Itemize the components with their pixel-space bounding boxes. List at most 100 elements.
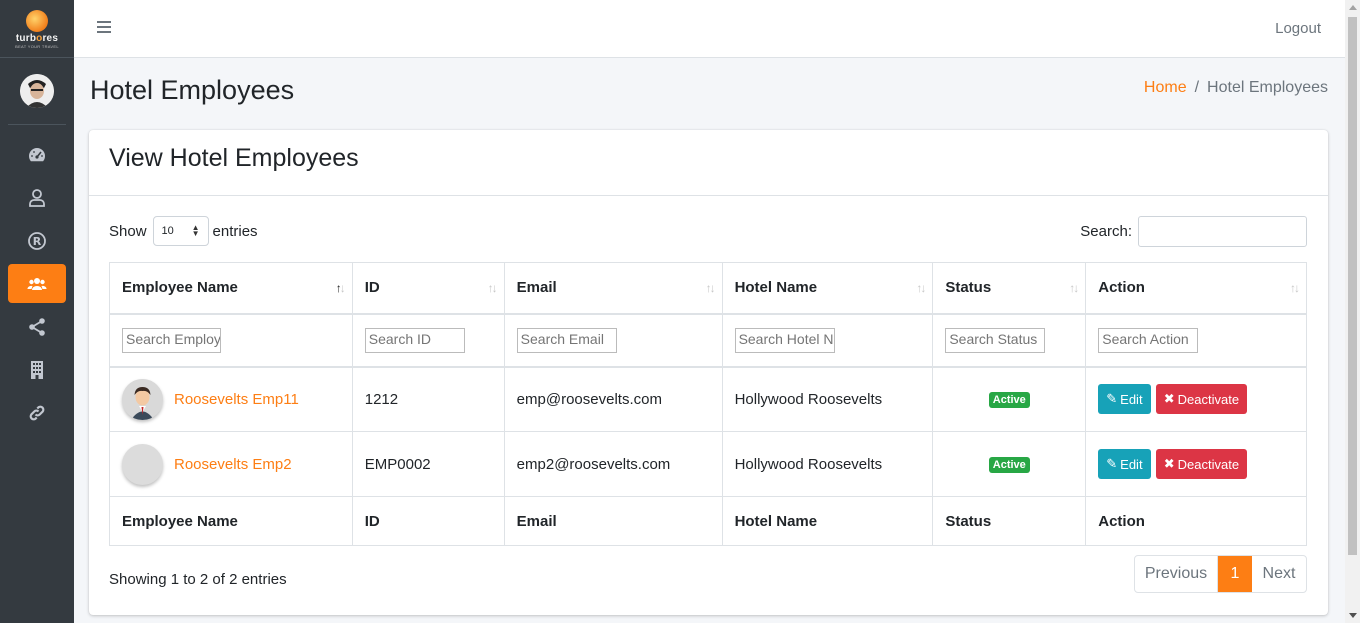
sort-icon: ↑↓ <box>705 281 716 295</box>
sort-icon: ↑↓ <box>487 281 498 295</box>
card-header: View Hotel Employees <box>89 130 1328 196</box>
column-header-action[interactable]: Action ↑↓ <box>1085 262 1307 315</box>
column-header-status[interactable]: Status ↑↓ <box>932 262 1087 315</box>
employees-table: Employee Name ↑↓ ID ↑↓ Email ↑↓ Hotel Name ↑… <box>109 262 1307 546</box>
page-1-button[interactable]: 1 <box>1218 556 1252 592</box>
column-header-hotel-name[interactable]: Hotel Name ↑↓ <box>721 262 934 315</box>
link-icon <box>29 405 45 420</box>
page-scrollbar[interactable] <box>1345 0 1360 623</box>
page-title: Hotel Employees <box>90 75 295 105</box>
employee-name-link[interactable]: Roosevelts Emp11 <box>174 391 299 408</box>
edit-button[interactable]: ✎ Edit <box>1098 449 1151 479</box>
column-header-id[interactable]: ID ↑↓ <box>351 262 505 315</box>
sidebar-item-dashboard[interactable] <box>8 135 66 174</box>
sidebar: turbores BEAT YOUR TRAVEL R <box>0 0 74 623</box>
share-icon <box>29 317 45 336</box>
sidebar-item-share[interactable] <box>8 307 66 346</box>
close-icon: ✖ <box>1163 391 1175 407</box>
footer-email: Email <box>503 496 723 546</box>
close-icon: ✖ <box>1163 456 1175 471</box>
show-label: Show <box>109 222 147 240</box>
pencil-icon: ✎ <box>1106 456 1118 471</box>
breadcrumb: Home / Hotel Employees <box>1144 79 1328 97</box>
table-info: Showing 1 to 2 of 2 entries <box>109 571 287 588</box>
menu-toggle-icon[interactable] <box>97 21 111 34</box>
search-input[interactable] <box>1138 216 1307 247</box>
column-header-employee-name[interactable]: Employee Name ↑↓ <box>109 262 353 315</box>
sidebar-item-hotels[interactable] <box>8 350 66 389</box>
svg-text:R: R <box>33 235 42 248</box>
filter-employee-name-input[interactable]: Search Employ <box>122 327 221 353</box>
filter-status-input[interactable]: Search Status <box>945 327 1046 353</box>
sidebar-nav: R <box>0 135 74 432</box>
employee-hotel: Hollywood Roosevelts <box>721 431 934 497</box>
sort-icon: ↑↓ <box>1069 281 1079 295</box>
registered-icon: R <box>28 231 46 250</box>
table-search: Search: <box>1080 216 1307 247</box>
sort-icon: ↑↓ <box>1290 281 1300 295</box>
brand-tagline: BEAT YOUR TRAVEL <box>15 44 59 49</box>
breadcrumb-current: Hotel Employees <box>1207 79 1328 96</box>
filter-row: Search Employ Search ID Search Email Sea… <box>109 313 1307 368</box>
employees-card: View Hotel Employees Show 10 ▲ ▼ entries … <box>89 130 1328 615</box>
employee-email: emp@roosevelts.com <box>503 366 723 432</box>
previous-page-button[interactable]: Previous <box>1135 556 1218 592</box>
sort-icon: ↑↓ <box>916 281 926 295</box>
brand-logo[interactable]: turbores BEAT YOUR TRAVEL <box>0 0 74 58</box>
edit-button[interactable]: ✎ Edit <box>1098 384 1151 415</box>
filter-email-input[interactable]: Search Email <box>516 327 617 353</box>
brand-name: turbores <box>15 33 59 44</box>
users-icon <box>27 277 47 290</box>
column-header-email[interactable]: Email ↑↓ <box>503 262 723 315</box>
dashboard-icon <box>29 147 46 161</box>
employee-id: EMP0002 <box>351 431 505 497</box>
entries-select[interactable]: 10 ▲ ▼ <box>152 216 209 246</box>
logo-icon <box>26 10 48 32</box>
footer-action: Action <box>1085 496 1307 546</box>
employee-avatar-placeholder <box>122 443 163 485</box>
entries-length: Show 10 ▲ ▼ entries <box>109 216 258 246</box>
sidebar-item-links[interactable] <box>8 393 66 432</box>
scroll-down-icon[interactable] <box>1349 613 1357 618</box>
status-badge: Active <box>988 392 1030 409</box>
top-navbar: Logout <box>74 0 1345 58</box>
table-footer-row: Employee Name ID Email Hotel Name Status… <box>109 496 1307 546</box>
filter-hotel-name-input[interactable]: Search Hotel N <box>734 327 835 353</box>
footer-status: Status <box>932 496 1087 546</box>
status-badge: Active <box>988 457 1030 473</box>
pagination: Previous 1 Next <box>1134 555 1307 593</box>
footer-employee-name: Employee Name <box>109 496 353 546</box>
next-page-button[interactable]: Next <box>1252 556 1306 592</box>
employee-id: 1212 <box>351 366 505 432</box>
employee-name-link[interactable]: Roosevelts Emp2 <box>174 456 292 473</box>
scroll-thumb[interactable] <box>1348 17 1357 555</box>
user-avatar[interactable] <box>20 74 54 108</box>
search-label: Search: <box>1080 223 1132 240</box>
filter-id-input[interactable]: Search ID <box>364 327 465 353</box>
entries-label: entries <box>212 222 258 240</box>
footer-id: ID <box>351 496 505 546</box>
employee-hotel: Hollywood Roosevelts <box>721 366 934 432</box>
employee-avatar <box>122 378 163 420</box>
employee-email: emp2@roosevelts.com <box>503 431 723 497</box>
filter-action-input[interactable]: Search Action <box>1098 327 1199 353</box>
select-arrows-icon: ▲ ▼ <box>191 223 200 238</box>
entries-select-value: 10 <box>161 225 174 237</box>
table-row: Roosevelts Emp2 EMP0002 emp2@roosevelts.… <box>109 431 1307 497</box>
breadcrumb-home[interactable]: Home <box>1144 79 1187 97</box>
sidebar-item-profile[interactable] <box>8 178 66 217</box>
card-title: View Hotel Employees <box>109 144 359 172</box>
table-row: Roosevelts Emp11 1212 emp@roosevelts.com… <box>109 366 1307 432</box>
logout-link[interactable]: Logout <box>1275 20 1321 37</box>
breadcrumb-separator: / <box>1194 79 1200 96</box>
table-header-row: Employee Name ↑↓ ID ↑↓ Email ↑↓ Hotel Name ↑… <box>109 262 1307 315</box>
scroll-up-icon[interactable] <box>1349 5 1357 10</box>
sort-asc-icon: ↑↓ <box>335 281 346 295</box>
deactivate-button[interactable]: ✖ Deactivate <box>1155 449 1248 479</box>
pencil-icon: ✎ <box>1106 391 1118 407</box>
deactivate-button[interactable]: ✖ Deactivate <box>1155 384 1248 415</box>
user-panel <box>8 58 66 125</box>
sidebar-item-employees[interactable] <box>8 264 66 303</box>
sidebar-item-registered[interactable]: R <box>8 221 66 260</box>
building-icon <box>31 360 43 379</box>
